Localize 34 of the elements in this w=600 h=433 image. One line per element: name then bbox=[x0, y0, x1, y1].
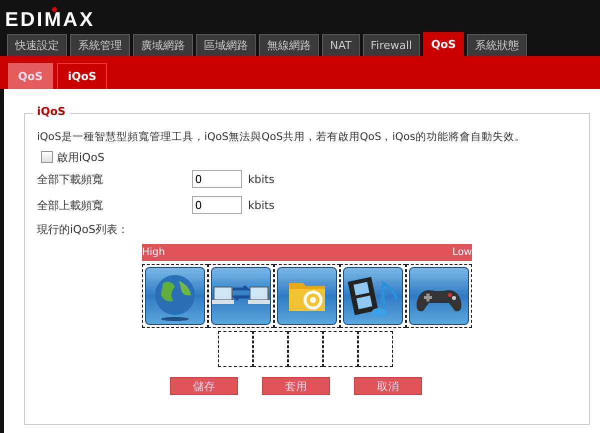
list-label: 現行的iQoS列表： bbox=[37, 222, 130, 238]
nav-tab[interactable]: QoS bbox=[423, 32, 464, 56]
unit-label: kbits bbox=[248, 198, 274, 212]
empty-slot[interactable] bbox=[288, 331, 323, 367]
mail-folder-icon[interactable] bbox=[277, 267, 337, 325]
high-label: High bbox=[142, 247, 165, 258]
unit-label: kbits bbox=[248, 172, 274, 186]
nav-tab[interactable]: 快速設定 bbox=[7, 34, 67, 56]
gamepad-icon[interactable] bbox=[409, 267, 469, 325]
empty-slot[interactable] bbox=[253, 331, 288, 367]
checkbox-label: 啟用iQoS bbox=[57, 150, 104, 164]
empty-slot[interactable] bbox=[218, 331, 253, 367]
empty-slot[interactable] bbox=[358, 331, 393, 367]
low-label: Low bbox=[452, 247, 472, 258]
field-label: 全部下載頻寬 bbox=[37, 172, 104, 186]
nav-tab[interactable]: 廣域網路 bbox=[133, 34, 193, 56]
nav-tab[interactable]: Firewall bbox=[362, 34, 420, 56]
logo: EDIMAX bbox=[5, 10, 95, 30]
nav-tab[interactable]: 無線網路 bbox=[259, 34, 319, 56]
section-title: iQoS bbox=[33, 105, 70, 118]
nav-tab[interactable]: 系統狀態 bbox=[466, 34, 527, 56]
globe-icon[interactable] bbox=[145, 267, 205, 325]
checkbox[interactable] bbox=[41, 151, 53, 163]
computers-icon[interactable] bbox=[211, 267, 271, 325]
input-field[interactable]: 0 bbox=[192, 170, 242, 188]
description: iQoS是一種智慧型頻寬管理工具，iQoS無法與QoS共用，若有啟用QoS，iQos的功能將會自動失效。 bbox=[37, 130, 526, 144]
empty-slot[interactable] bbox=[323, 331, 358, 367]
input-field[interactable]: 0 bbox=[192, 196, 242, 214]
film-music-icon[interactable] bbox=[343, 267, 403, 325]
field-label: 全部上載頻寬 bbox=[37, 198, 104, 212]
nav-tab[interactable]: 區域網路 bbox=[196, 34, 256, 56]
nav-tab[interactable]: NAT bbox=[322, 34, 360, 56]
subtab[interactable]: iQoS bbox=[56, 63, 108, 89]
nav-tab[interactable]: 系統管理 bbox=[70, 34, 130, 56]
